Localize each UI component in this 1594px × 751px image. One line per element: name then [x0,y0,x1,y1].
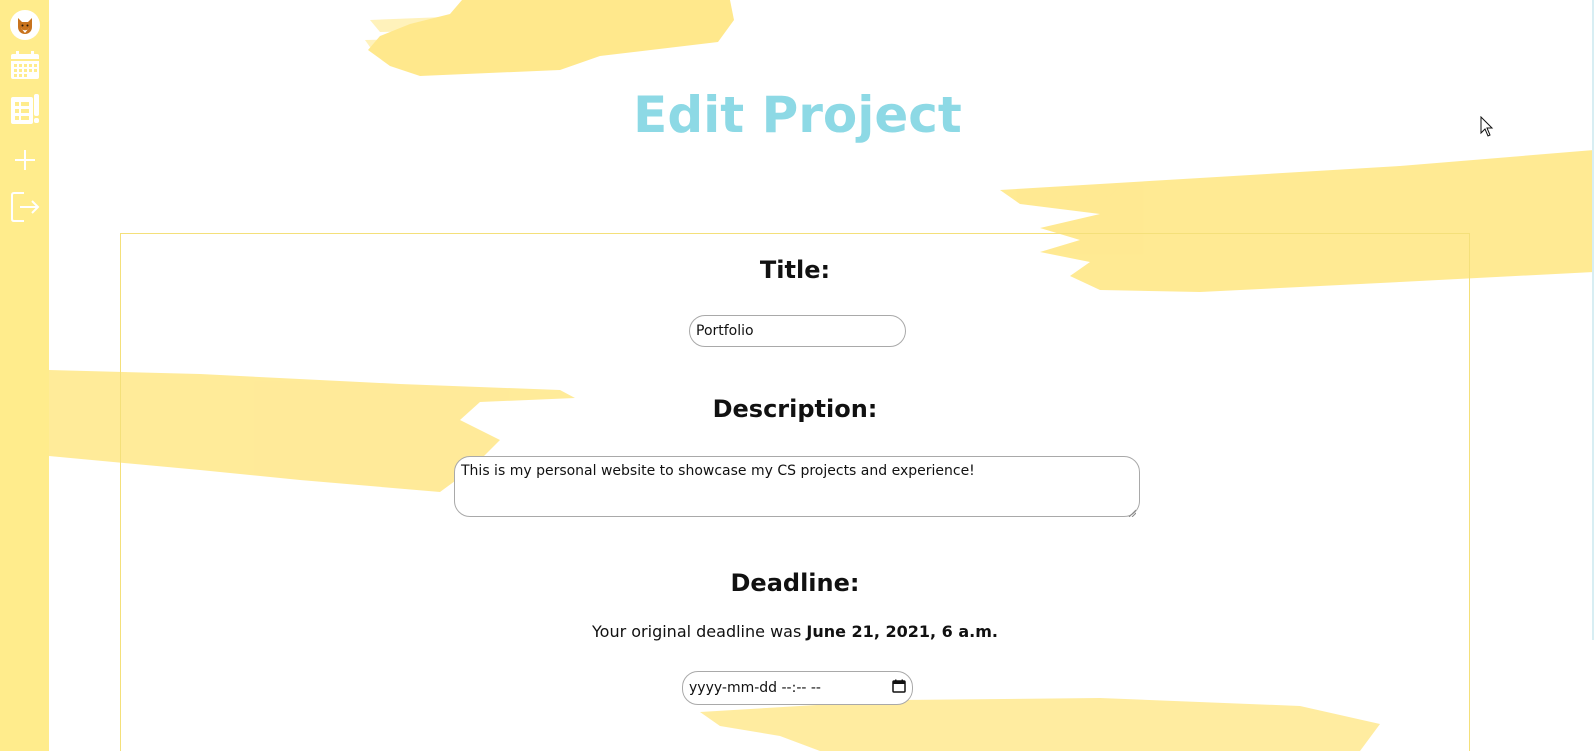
sidebar-item-home[interactable] [0,9,49,41]
resize-handle-icon[interactable] [1128,505,1137,518]
deadline-input-placeholder: yyyy-mm-dd --:-- -- [689,680,821,696]
description-textarea-value: This is my personal website to showcase … [461,463,975,479]
description-textarea[interactable]: This is my personal website to showcase … [454,456,1140,518]
original-deadline-note: Your original deadline was June 21, 2021… [121,622,1469,641]
projects-icon [10,93,40,125]
sidebar-item-logout[interactable] [0,191,49,223]
title-input[interactable]: Portfolio [689,315,906,347]
description-label: Description: [712,395,878,423]
sidebar-item-projects[interactable] [0,91,49,127]
calendar-icon [10,50,40,80]
sidebar-item-add[interactable] [0,145,49,175]
deadline-note-prefix: Your original deadline was [592,622,807,641]
title-label: Title: [759,256,831,284]
title-input-value: Portfolio [696,323,754,339]
calendar-picker-icon[interactable] [892,679,906,697]
original-deadline-value: June 21, 2021, 6 a.m. [806,622,998,641]
fox-logo-icon [9,9,41,41]
deadline-datetime-input[interactable]: yyyy-mm-dd --:-- -- [682,671,913,705]
sidebar [0,0,49,751]
mouse-cursor-icon [1480,115,1494,142]
page-title: Edit Project [633,86,962,144]
plus-icon [13,148,37,172]
deadline-label: Deadline: [730,569,860,597]
logout-icon [10,191,40,223]
edit-project-form: Title: Portfolio Description: This is my… [120,233,1470,751]
sidebar-item-calendar[interactable] [0,49,49,81]
